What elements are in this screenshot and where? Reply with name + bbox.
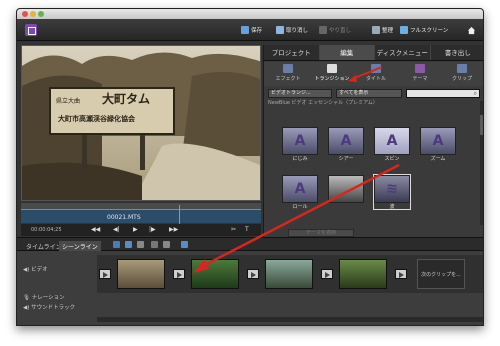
fast-forward-icon[interactable]: ▶▶ bbox=[169, 226, 178, 233]
transition-thumb-nijimi[interactable]: A にじみ bbox=[282, 127, 318, 162]
transition-preview-icon: A bbox=[374, 127, 410, 155]
undo-label: 取り消し bbox=[286, 28, 309, 34]
effects-icon bbox=[283, 64, 293, 73]
sign-text-small: 県立大曲 bbox=[56, 98, 81, 105]
annotation-arrow-icon bbox=[348, 66, 383, 82]
subtab-effects-label: エフェクト bbox=[275, 76, 301, 82]
next-clip-drop-target[interactable]: 次のクリップを... bbox=[417, 259, 465, 289]
subtab-clip[interactable]: クリップ bbox=[442, 64, 482, 82]
snapshot-icon[interactable] bbox=[151, 241, 158, 248]
panel-tabs: プロジェクト 編集 ディスクメニュー 書き出し bbox=[264, 45, 484, 61]
search-input[interactable]: ⌕ bbox=[406, 89, 480, 98]
step-forward-icon[interactable]: |▶ bbox=[149, 226, 156, 233]
undo-icon bbox=[276, 26, 284, 34]
transition-preview-icon: A bbox=[328, 127, 364, 155]
tools-icon[interactable] bbox=[137, 241, 144, 248]
themes-icon bbox=[415, 64, 425, 73]
save-label: 保存 bbox=[251, 28, 263, 34]
track-soundtrack-label: サウンドトラック bbox=[31, 305, 76, 311]
speaker-icon: ◀) bbox=[23, 305, 30, 311]
save-button[interactable]: 保存 bbox=[241, 25, 262, 35]
subtab-themes-label: テーマ bbox=[412, 76, 428, 82]
timeline-scrollbar[interactable] bbox=[97, 317, 483, 322]
subtab-effects[interactable]: エフェクト bbox=[268, 64, 308, 82]
transition-preview-icon: A bbox=[420, 127, 456, 155]
close-window-button[interactable] bbox=[22, 11, 28, 17]
rewind-icon[interactable]: ◀◀ bbox=[91, 226, 100, 233]
step-back-icon[interactable]: ◀| bbox=[113, 226, 120, 233]
app-logo-icon bbox=[25, 24, 37, 36]
transition-label: ズーム bbox=[430, 156, 446, 162]
app-window: 保存 取り消し やり直し 整理 フルスクリーン 県立大曲 大町タム 大町市高瀬渓… bbox=[16, 8, 484, 326]
clip-name: 00021.MTS bbox=[107, 214, 141, 221]
transition-thumb-shear[interactable]: A シアー bbox=[328, 127, 364, 162]
track-video: ◀) ビデオ bbox=[17, 263, 95, 277]
subtab-clip-label: クリップ bbox=[451, 76, 472, 82]
sign-text-bottom: 大町市高瀬渓谷緑化協会 bbox=[58, 115, 135, 123]
search-icon: ⌕ bbox=[473, 90, 477, 97]
track-soundtrack: ◀) サウンドトラック bbox=[17, 301, 95, 315]
organize-icon bbox=[372, 26, 380, 34]
transition-thumb-zoom[interactable]: A ズーム bbox=[420, 127, 456, 162]
organize-label: 整理 bbox=[382, 28, 394, 34]
subtab-themes[interactable]: テーマ bbox=[400, 64, 440, 82]
tab-disc-menu[interactable]: ディスクメニュー bbox=[375, 45, 431, 60]
transition-slot[interactable] bbox=[99, 269, 111, 279]
speaker-icon: ◀) bbox=[23, 267, 30, 273]
transition-thumb-spin[interactable]: A スピン bbox=[374, 127, 410, 162]
undo-button[interactable]: 取り消し bbox=[276, 25, 308, 35]
audio-icon[interactable] bbox=[163, 241, 170, 248]
category-heading: NewBlue ビデオ エッセンシャル（プレミアム） bbox=[268, 100, 378, 106]
fullscreen-label: フルスクリーン bbox=[410, 28, 449, 34]
transition-slot[interactable] bbox=[173, 269, 185, 279]
zoom-window-button[interactable] bbox=[38, 11, 44, 17]
category-select[interactable]: ビデオトランジ... bbox=[268, 89, 332, 98]
home-icon bbox=[467, 26, 476, 34]
redo-icon bbox=[319, 26, 327, 34]
filter-bar: ビデオトランジ... すべてを表示 ⌕ bbox=[268, 89, 482, 99]
organize-button[interactable]: 整理 bbox=[372, 25, 393, 35]
panel-scroll-thumb[interactable] bbox=[480, 115, 483, 135]
play-icon[interactable]: ▶ bbox=[133, 226, 138, 233]
track-video-label: ビデオ bbox=[31, 267, 48, 273]
redo-label: やり直し bbox=[329, 28, 352, 34]
title-bar bbox=[17, 9, 483, 19]
transition-preview-icon: A bbox=[282, 127, 318, 155]
main-toolbar: 保存 取り消し やり直し 整理 フルスクリーン bbox=[17, 19, 483, 41]
drag-arrow-icon bbox=[193, 163, 400, 273]
redo-button[interactable]: やり直し bbox=[319, 25, 351, 35]
save-icon bbox=[241, 26, 249, 34]
minimize-window-button[interactable] bbox=[30, 11, 36, 17]
motion-icon[interactable] bbox=[125, 241, 132, 248]
tab-export[interactable]: 書き出し bbox=[431, 45, 484, 60]
show-select[interactable]: すべてを表示 bbox=[336, 89, 402, 98]
fullscreen-button[interactable]: フルスクリーン bbox=[400, 25, 448, 35]
home-button[interactable] bbox=[467, 25, 476, 35]
smart-fix-icon[interactable] bbox=[113, 241, 120, 248]
timecode: 00:00:04;25 bbox=[31, 227, 62, 233]
clip-icon bbox=[457, 64, 467, 73]
tab-project[interactable]: プロジェクト bbox=[264, 45, 320, 60]
scene-clip[interactable] bbox=[117, 259, 165, 289]
tab-edit[interactable]: 編集 bbox=[319, 45, 375, 60]
transitions-icon bbox=[327, 64, 337, 73]
fullscreen-icon bbox=[400, 26, 408, 34]
sign-text-large: 大町タム bbox=[102, 92, 151, 106]
